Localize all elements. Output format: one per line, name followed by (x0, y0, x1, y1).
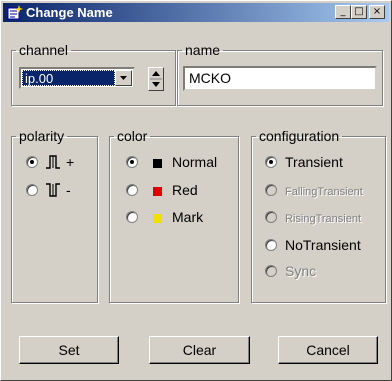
color-mark-radio[interactable] (126, 211, 138, 223)
change-name-dialog: Change Name _ □ × channel ip.00 name MCK… (0, 0, 392, 381)
config-sync-label: Sync (285, 263, 317, 279)
polarity-plus-radio[interactable] (26, 156, 38, 168)
color-normal-label: Normal (172, 154, 218, 170)
configuration-legend: configuration (259, 128, 340, 144)
polarity-minus-radio[interactable] (26, 184, 38, 196)
pulse-falling-icon (46, 183, 60, 197)
config-rising-label: RisingTransient (285, 213, 362, 225)
config-rising-radio (265, 211, 277, 223)
color-swatch-red (153, 187, 162, 196)
window-title: Change Name (26, 5, 113, 20)
maximize-button[interactable]: □ (351, 5, 367, 19)
config-falling-label: FallingTransient (285, 186, 363, 198)
channel-spinner[interactable] (148, 67, 164, 91)
config-sync-radio (265, 265, 277, 277)
name-input[interactable]: MCKO (183, 66, 377, 91)
close-button[interactable]: × (369, 5, 385, 19)
polarity-minus-label: - (66, 182, 71, 198)
color-red-radio[interactable] (126, 184, 138, 196)
polarity-legend: polarity (19, 128, 65, 144)
channel-legend: channel (19, 42, 69, 58)
config-transient-label: Transient (285, 154, 343, 170)
channel-selected-value: ip.00 (22, 70, 115, 86)
polarity-plus-label: + (66, 154, 75, 170)
dropdown-button[interactable] (115, 70, 132, 86)
spin-arrows-icon (150, 71, 162, 87)
config-notransient-label: NoTransient (285, 237, 361, 253)
set-button[interactable]: Set (19, 336, 119, 364)
color-swatch-black (153, 159, 162, 168)
minimize-button[interactable]: _ (335, 5, 351, 19)
color-normal-radio[interactable] (126, 156, 138, 168)
pulse-rising-icon (46, 155, 60, 169)
config-notransient-radio[interactable] (265, 239, 277, 251)
name-legend: name (185, 42, 221, 58)
color-legend: color (117, 128, 148, 144)
app-icon (7, 5, 23, 20)
chevron-down-icon (120, 76, 127, 80)
clear-button[interactable]: Clear (149, 336, 250, 364)
cancel-button[interactable]: Cancel (278, 336, 378, 364)
color-red-label: Red (172, 182, 198, 198)
channel-select[interactable]: ip.00 (19, 67, 135, 89)
config-falling-radio (265, 184, 277, 196)
color-swatch-yellow (153, 214, 162, 223)
color-mark-label: Mark (172, 209, 204, 225)
title-bar[interactable]: Change Name _ □ × (3, 3, 389, 22)
config-transient-radio[interactable] (265, 156, 277, 168)
